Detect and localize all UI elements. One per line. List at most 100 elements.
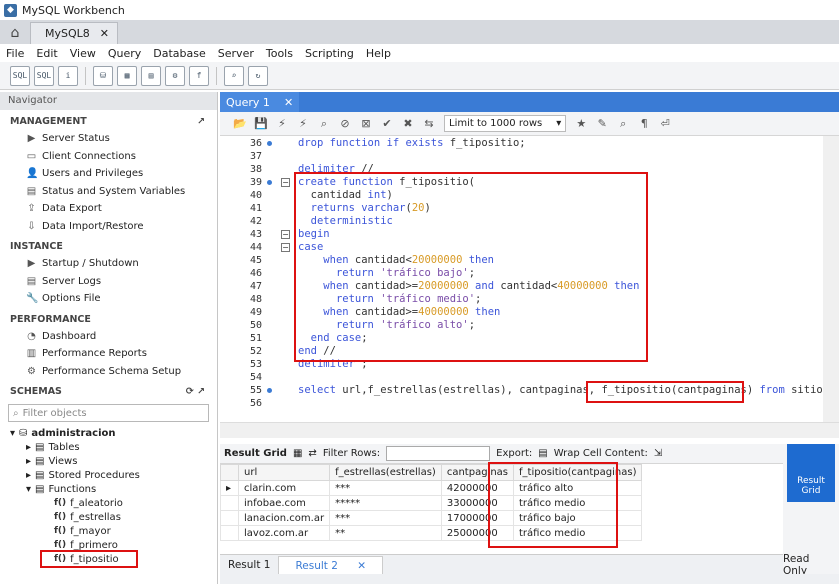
tree-node[interactable]: ▸ ▤ Tables <box>0 440 217 454</box>
invisible-chars-icon[interactable]: ¶ <box>636 116 652 132</box>
explain-icon[interactable]: ⌕ <box>316 116 332 132</box>
table-cell[interactable]: clarin.com <box>237 480 331 496</box>
table-row[interactable]: lanacion.com.ar *** 17000000 tráfico bajo <box>220 510 643 526</box>
limit-rows-select[interactable]: Limit to 1000 rows ▾ <box>444 115 567 132</box>
table-cell[interactable]: infobae.com <box>237 495 331 511</box>
table-cell[interactable]: 25000000 <box>440 525 515 541</box>
table-cell[interactable]: tráfico medio <box>513 495 643 511</box>
open-folder-icon[interactable]: 📂 <box>232 116 248 132</box>
function-item[interactable]: f() f_aleatorio <box>0 496 217 510</box>
table-cell[interactable]: tráfico bajo <box>513 510 643 526</box>
table-cell[interactable]: lanacion.com.ar <box>237 510 331 526</box>
refresh-schemas-icon[interactable]: ⟳ ↗ <box>186 386 205 397</box>
nav-item-instance-1[interactable]: ▤ Server Logs <box>0 273 217 291</box>
result-grid-button[interactable]: Result Grid <box>787 444 835 502</box>
chevron-right-icon[interactable]: ▸ <box>26 470 31 481</box>
code-line[interactable]: return 'tráfico medio'; <box>298 293 481 306</box>
fold-toggle-icon[interactable]: − <box>281 178 290 187</box>
code-line[interactable]: return 'tráfico alto'; <box>298 319 475 332</box>
create-procedure-icon[interactable]: ⚙ <box>165 65 185 86</box>
nav-item-instance-0[interactable]: ▶ Startup / Shutdown <box>0 255 217 273</box>
query-tab[interactable]: Query 1 ✕ <box>220 92 300 112</box>
save-icon[interactable]: 💾 <box>253 116 269 132</box>
refresh-icon[interactable]: ⇄ <box>308 448 316 459</box>
row-marker[interactable] <box>220 495 239 511</box>
search-table-data-icon[interactable]: ⌕ <box>224 65 244 86</box>
chevron-down-icon[interactable]: ▾ <box>10 428 15 439</box>
result-grid-label[interactable]: Result Grid <box>224 448 287 459</box>
code-line[interactable]: case <box>298 241 323 254</box>
code-line[interactable]: end // <box>298 345 336 358</box>
export-icon[interactable]: ▤ <box>538 448 547 459</box>
table-cell[interactable]: 42000000 <box>440 480 515 496</box>
table-row[interactable]: infobae.com ***** 33000000 tráfico medio <box>220 495 643 511</box>
table-row[interactable]: lavoz.com.ar ** 25000000 tráfico medio <box>220 525 643 541</box>
autocommit-icon[interactable]: ⇆ <box>421 116 437 132</box>
beautify-icon[interactable]: ✎ <box>594 116 610 132</box>
nav-item-management-5[interactable]: ⇩ Data Import/Restore <box>0 218 217 236</box>
chevron-right-icon[interactable]: ▸ <box>26 456 31 467</box>
nav-item-management-0[interactable]: ▶ Server Status <box>0 130 217 148</box>
find-icon[interactable]: ⌕ <box>615 116 631 132</box>
nav-item-management-2[interactable]: 👤 Users and Privileges <box>0 165 217 183</box>
nav-item-management-4[interactable]: ⇪ Data Export <box>0 200 217 218</box>
table-cell[interactable]: ** <box>329 525 442 541</box>
code-line[interactable]: drop function if exists f_tipositio; <box>298 137 526 150</box>
tree-node[interactable]: ▾ ▤ Functions <box>0 482 217 496</box>
tab-result-1[interactable]: Result 1 <box>220 559 278 571</box>
table-row[interactable]: ▸ clarin.com *** 42000000 tráfico alto <box>220 480 643 496</box>
table-cell[interactable]: *** <box>329 480 442 496</box>
column-header[interactable]: f_estrellas(estrellas) <box>329 464 442 481</box>
nav-item-performance-1[interactable]: ▥ Performance Reports <box>0 345 217 363</box>
close-icon[interactable]: ✕ <box>284 96 293 109</box>
vertical-scrollbar[interactable] <box>823 136 839 422</box>
function-item[interactable]: f() f_primero <box>0 538 217 552</box>
menu-query[interactable]: Query <box>102 47 147 60</box>
wrap-cell-icon[interactable]: ⇲ <box>654 448 662 459</box>
menu-view[interactable]: View <box>64 47 102 60</box>
menu-file[interactable]: File <box>0 47 30 60</box>
menu-tools[interactable]: Tools <box>260 47 299 60</box>
nav-item-management-3[interactable]: ▤ Status and System Variables <box>0 183 217 201</box>
rollback-icon[interactable]: ✖ <box>400 116 416 132</box>
expand-icon[interactable]: ↗ <box>197 116 205 127</box>
toggle-error-icon[interactable]: ⊠ <box>358 116 374 132</box>
home-icon[interactable]: ⌂ <box>0 22 30 44</box>
fold-toggle-icon[interactable]: − <box>281 243 290 252</box>
row-marker[interactable] <box>220 525 239 541</box>
tree-node[interactable]: ▸ ▤ Stored Procedures <box>0 468 217 482</box>
code-line[interactable]: cantidad int) <box>298 189 393 202</box>
filter-rows-input[interactable] <box>386 446 491 461</box>
open-sql-script-icon[interactable]: SQL <box>34 65 54 86</box>
code-line[interactable]: delimiter // <box>298 163 374 176</box>
bookmark-icon[interactable]: ★ <box>573 116 589 132</box>
fold-toggle-icon[interactable]: − <box>281 230 290 239</box>
table-cell[interactable]: lavoz.com.ar <box>237 525 331 541</box>
stop-icon[interactable]: ⊘ <box>337 116 353 132</box>
table-cell[interactable]: ***** <box>329 495 442 511</box>
new-sql-tab-icon[interactable]: SQL <box>10 65 30 86</box>
code-line[interactable]: create function f_tipositio( <box>298 176 475 189</box>
code-line[interactable]: begin <box>298 228 330 241</box>
connection-tab[interactable]: MySQL8 ✕ <box>30 22 118 44</box>
create-view-icon[interactable]: ▤ <box>141 65 161 86</box>
table-cell[interactable]: tráfico alto <box>513 480 643 496</box>
inspector-icon[interactable]: i <box>58 65 78 86</box>
column-header[interactable]: cantpaginas <box>440 464 515 481</box>
create-table-icon[interactable]: ▦ <box>117 65 137 86</box>
code-line[interactable]: return 'tráfico bajo'; <box>298 267 475 280</box>
menu-help[interactable]: Help <box>360 47 397 60</box>
column-header[interactable]: f_tipositio(cantpaginas) <box>513 464 643 481</box>
table-cell[interactable]: *** <box>329 510 442 526</box>
grid-icon[interactable]: ▦ <box>293 448 302 459</box>
column-header[interactable]: url <box>237 464 331 481</box>
horizontal-scrollbar[interactable] <box>220 422 839 438</box>
chevron-right-icon[interactable]: ▸ <box>26 442 31 453</box>
code-line[interactable]: when cantidad>=20000000 and cantidad<400… <box>298 280 639 293</box>
execute-icon[interactable]: ⚡ <box>274 116 290 132</box>
chevron-down-icon[interactable]: ▾ <box>26 484 31 495</box>
table-cell[interactable]: 17000000 <box>440 510 515 526</box>
code-line[interactable]: select url,f_estrellas(estrellas), cantp… <box>298 384 835 397</box>
close-icon[interactable]: ✕ <box>349 560 374 572</box>
function-item[interactable]: f() f_estrellas <box>0 510 217 524</box>
